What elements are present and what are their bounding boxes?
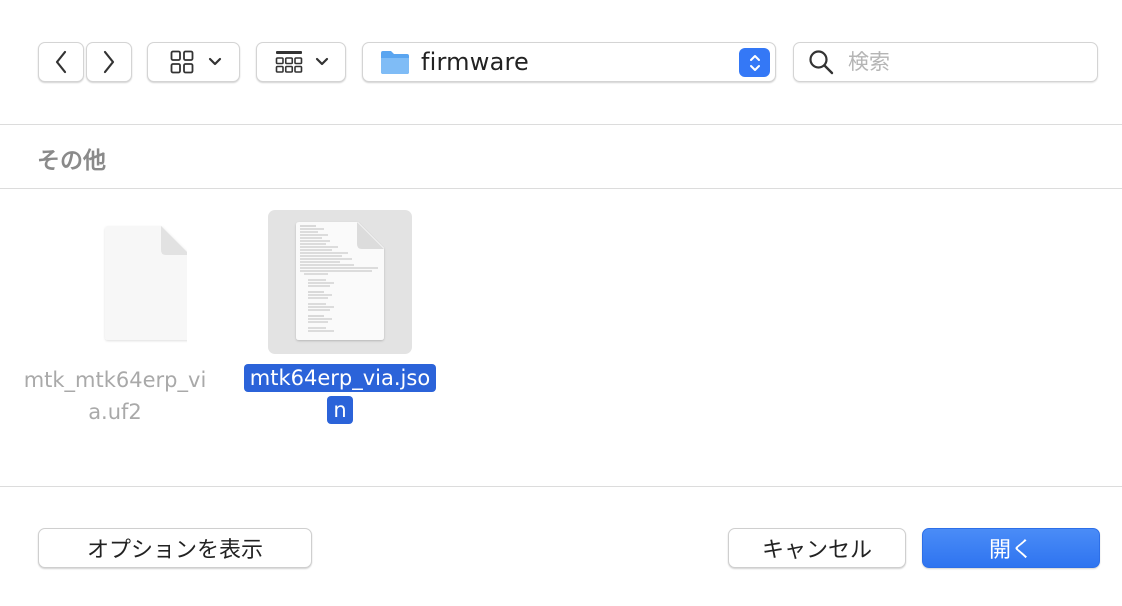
file-name-selected: mtk64erp_via.jso n (232, 362, 448, 426)
divider (0, 486, 1122, 487)
grid-view-icon (170, 50, 194, 74)
back-button[interactable] (38, 42, 84, 82)
stepper-icon[interactable] (739, 48, 770, 77)
section-header: その他 (37, 148, 106, 174)
divider (0, 188, 1122, 189)
file-item[interactable]: mtk_mtk64erp_vi a.uf2 (10, 210, 220, 428)
path-label: firmware (421, 48, 529, 76)
group-button[interactable] (256, 42, 346, 82)
group-by-icon (275, 51, 303, 73)
generic-document-icon (43, 210, 191, 354)
search-input[interactable] (848, 50, 1088, 74)
chevron-down-icon (208, 57, 222, 66)
folder-icon (381, 51, 409, 74)
path-popup[interactable]: firmware (362, 42, 776, 82)
open-button[interactable]: 開く (922, 528, 1100, 568)
toolbar: firmware (0, 0, 1122, 124)
file-item-selected[interactable]: mtk64erp_via.jso n (232, 210, 448, 426)
chevron-right-icon (103, 50, 115, 74)
cancel-button[interactable]: キャンセル (728, 528, 906, 568)
search-icon (809, 50, 834, 75)
chevron-down-icon (315, 57, 329, 66)
chevron-left-icon (55, 50, 67, 74)
divider (0, 124, 1122, 125)
document-preview-icon (268, 210, 412, 354)
search-field[interactable] (793, 42, 1098, 82)
show-options-button[interactable]: オプションを表示 (38, 528, 312, 568)
file-name: mtk_mtk64erp_vi a.uf2 (23, 368, 207, 424)
view-mode-button[interactable] (147, 42, 240, 82)
forward-button[interactable] (86, 42, 132, 82)
